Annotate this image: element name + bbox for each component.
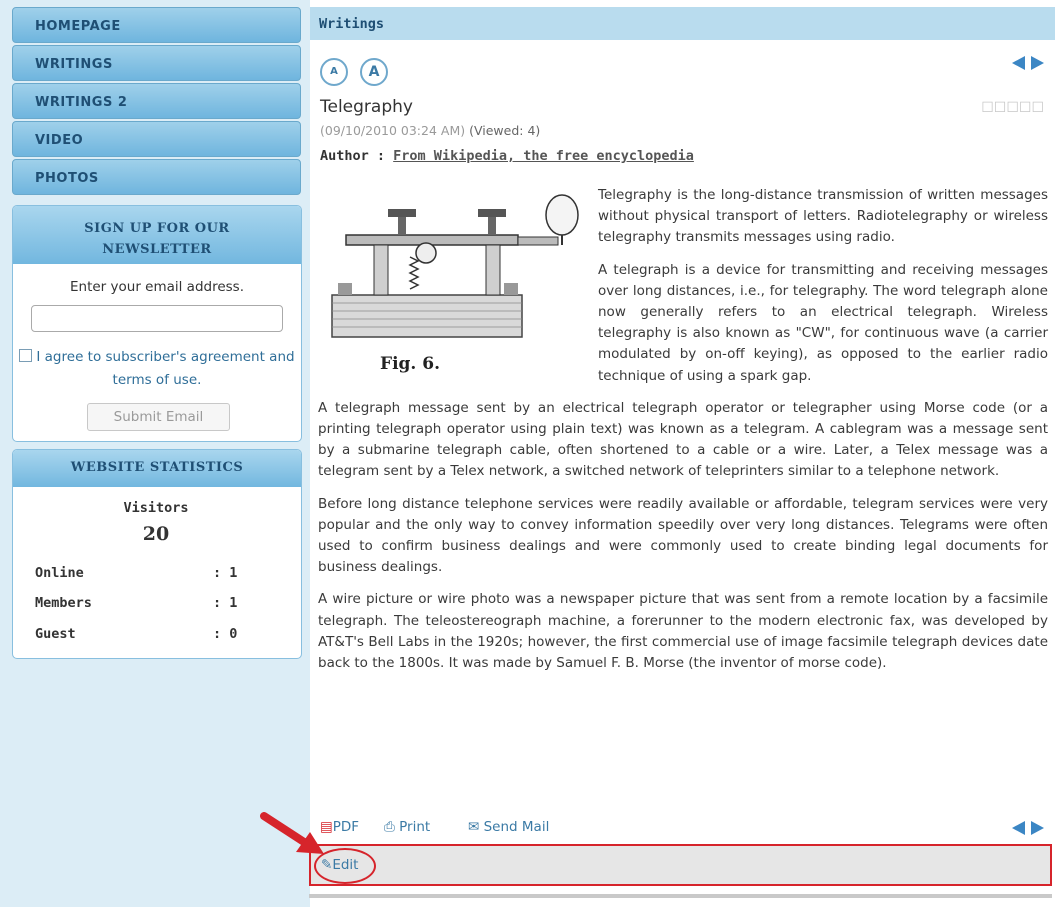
stat-label-guest: Guest [35, 626, 76, 642]
author-link[interactable]: From Wikipedia, the free encyclopedia [393, 148, 694, 164]
article-title: Telegraphy [320, 97, 413, 117]
prev-next-arrows-top[interactable] [1012, 56, 1044, 70]
telegraph-key-illustration: Fig. 6. [331, 194, 579, 374]
article-body: Fig. 6. Telegraphy is the long-distance … [318, 185, 1048, 685]
author-label: Author : [320, 148, 386, 164]
pdf-label: PDF [332, 819, 360, 835]
send-mail-label: Send Mail [483, 819, 550, 835]
newsletter-prompt: Enter your email address. [69, 279, 245, 295]
submit-email-button[interactable]: Submit Email [87, 403, 230, 431]
envelope-icon: ✉ [468, 819, 480, 835]
article-meta: (09/10/2010 03:24 AM) (Viewed: 4) [320, 123, 540, 138]
font-increase-button[interactable]: A [360, 58, 388, 86]
print-link[interactable]: ⎙ Print [384, 819, 430, 835]
nav-item-photos[interactable]: PHOTOS [12, 159, 301, 195]
edit-label: Edit [332, 857, 359, 873]
article-paragraph: A wire picture or wire photo was a newsp… [318, 591, 1048, 672]
edit-icon: ✎ [321, 857, 333, 873]
article-panel: A A Telegraphy ☐☐☐☐☐ (09/10/2010 03:24 A… [309, 40, 1052, 907]
telegraph-key-figure: Fig. 6. [318, 187, 588, 377]
article-datetime: (09/10/2010 03:24 AM) [320, 123, 466, 138]
star-icon: ☐ [1031, 100, 1044, 116]
print-label: Print [399, 819, 431, 835]
visitors-label: Visitors [123, 500, 189, 516]
star-icon: ☐ [1006, 100, 1019, 116]
email-field[interactable] [31, 305, 283, 332]
stat-label-members: Members [35, 595, 92, 611]
article-paragraph: A telegraph message sent by an electrica… [318, 399, 1048, 480]
next-arrow-icon [1031, 821, 1044, 835]
stat-value-guest: : 0 [213, 626, 238, 642]
agree-terms[interactable]: I agree to subscriber's agreement and te… [13, 346, 301, 392]
figure-caption: Fig. 6. [380, 354, 440, 374]
newsletter-box: SIGN UP FOR OUR NEWSLETTER Enter your em… [12, 205, 302, 442]
rating-stars[interactable]: ☐☐☐☐☐ [981, 100, 1044, 116]
article-actions: ▤PDF ⎙ Print ✉ Send Mail [318, 819, 1048, 841]
prev-arrow-icon [1012, 821, 1025, 835]
star-icon: ☐ [1018, 100, 1032, 116]
nav-item-homepage[interactable]: HOMEPAGE [12, 7, 301, 43]
divider [309, 894, 1052, 898]
agree-label: I agree to subscriber's agreement and te… [36, 349, 295, 388]
stat-value-online: : 1 [213, 565, 238, 581]
visitors-count: 20 [142, 523, 170, 545]
website-statistics-box: WEBSITE STATISTICS Visitors 20 Online : … [12, 449, 302, 659]
printer-icon: ⎙ [384, 819, 395, 835]
stat-value-members: : 1 [213, 595, 238, 611]
star-icon: ☐ [981, 100, 994, 116]
prev-next-arrows-bottom[interactable] [1012, 821, 1044, 835]
next-arrow-icon [1031, 56, 1044, 70]
font-decrease-button[interactable]: A [320, 58, 348, 86]
stat-label-online: Online [35, 565, 84, 581]
article-views: (Viewed: 4) [469, 123, 541, 138]
edit-button[interactable]: ✎Edit [321, 857, 358, 873]
sidebar: HOMEPAGE WRITINGS WRITINGS 2 VIDEO PHOTO… [0, 0, 310, 907]
nav-item-video[interactable]: VIDEO [12, 121, 301, 157]
star-icon: ☐ [993, 100, 1007, 116]
agree-checkbox[interactable] [19, 349, 33, 362]
section-header: Writings [310, 7, 1055, 40]
edit-toolbar: ✎Edit [309, 844, 1052, 886]
article-paragraph: Before long distance telephone services … [318, 495, 1048, 576]
newsletter-title: SIGN UP FOR OUR NEWSLETTER [13, 206, 301, 264]
send-mail-link[interactable]: ✉ Send Mail [468, 819, 549, 835]
article-author: Author : From Wikipedia, the free encycl… [320, 148, 694, 164]
callout-arrow-icon [260, 812, 324, 854]
prev-arrow-icon [1012, 56, 1025, 70]
nav-item-writings-2[interactable]: WRITINGS 2 [12, 83, 301, 119]
nav-item-writings[interactable]: WRITINGS [12, 45, 301, 81]
statistics-title: WEBSITE STATISTICS [13, 450, 301, 487]
